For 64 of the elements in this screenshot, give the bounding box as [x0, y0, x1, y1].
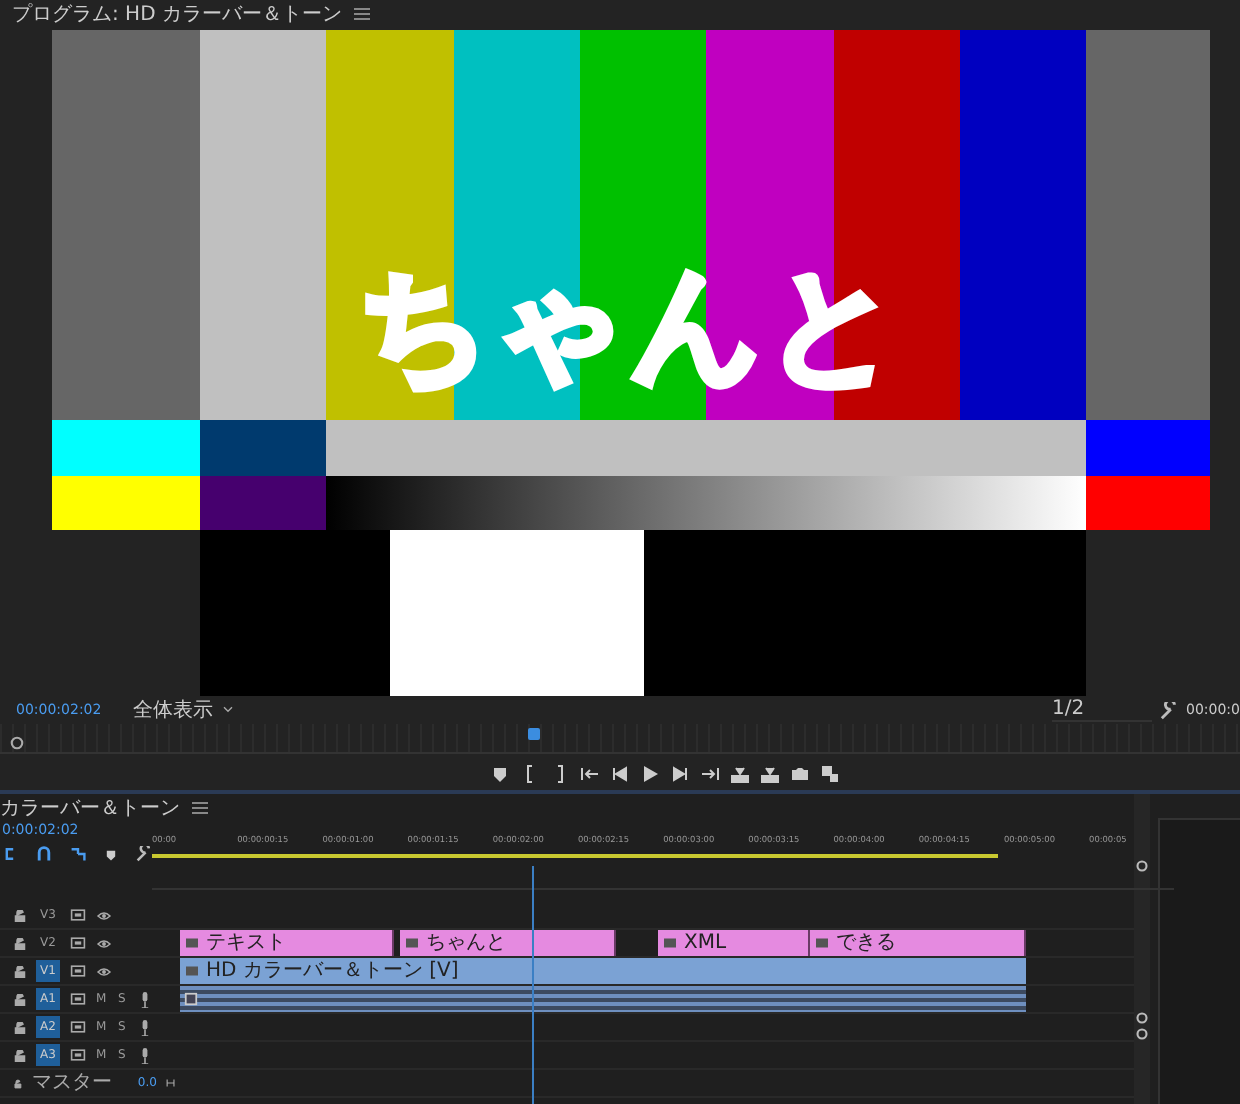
zoom-handle-icon[interactable]: [1136, 860, 1148, 872]
menu-icon[interactable]: [353, 8, 370, 20]
sync-lock-icon[interactable]: [70, 992, 86, 1006]
lock-icon[interactable]: [14, 993, 26, 1005]
caret-icon[interactable]: [221, 706, 234, 714]
marker-icon[interactable]: [489, 763, 509, 783]
insert-icon[interactable]: [729, 763, 749, 783]
snap-icon[interactable]: [36, 846, 52, 862]
graphic-clip[interactable]: できる: [810, 930, 1026, 956]
sync-lock-icon[interactable]: [70, 908, 86, 922]
panel-title[interactable]: カラーバー＆トーン: [0, 794, 180, 822]
keyframe-icon[interactable]: [184, 992, 198, 1006]
graphic-clip[interactable]: XML: [658, 930, 810, 956]
lock-icon[interactable]: [14, 909, 26, 921]
graphic-clip[interactable]: ちゃんと: [400, 930, 616, 956]
fx-icon: [186, 966, 198, 976]
lock-icon[interactable]: [14, 937, 26, 949]
fx-icon: [816, 938, 828, 948]
track-label: マスター: [31, 1073, 112, 1093]
eye-icon[interactable]: [96, 965, 112, 977]
microphone-icon[interactable]: [140, 1047, 150, 1063]
lock-icon[interactable]: [14, 1077, 22, 1089]
sync-lock-icon[interactable]: [70, 936, 86, 950]
eye-icon[interactable]: [96, 909, 112, 921]
panel-title[interactable]: プログラム: HD カラーバー＆トーン: [12, 0, 342, 28]
fx-icon: [186, 938, 198, 948]
fx-icon: [406, 938, 418, 948]
clip-label: HD カラーバー＆トーン [V]: [206, 961, 459, 981]
sync-lock-icon[interactable]: [70, 964, 86, 978]
microphone-icon[interactable]: [140, 991, 150, 1007]
video-clip[interactable]: HD カラーバー＆トーン [V]: [180, 958, 1026, 984]
graphic-clip[interactable]: テキスト: [180, 930, 394, 956]
lock-icon[interactable]: [14, 1049, 26, 1061]
clip-label: できる: [836, 933, 896, 953]
camera-icon[interactable]: [789, 763, 809, 783]
audio-clip[interactable]: [180, 986, 1026, 1012]
clip-label: ちゃんと: [426, 933, 506, 953]
lock-icon[interactable]: [14, 1021, 26, 1033]
sync-lock-icon[interactable]: [70, 1020, 86, 1034]
lock-icon[interactable]: [14, 965, 26, 977]
step-back-icon[interactable]: [609, 763, 629, 783]
compare-icon[interactable]: [819, 763, 839, 783]
expand-icon[interactable]: [166, 1076, 176, 1090]
clip-label: テキスト: [206, 933, 286, 953]
eye-icon[interactable]: [96, 937, 112, 949]
go-out-icon[interactable]: [699, 763, 719, 783]
sync-lock-icon[interactable]: [70, 1048, 86, 1062]
go-in-icon[interactable]: [579, 763, 599, 783]
overwrite-icon[interactable]: [759, 763, 779, 783]
step-forward-icon[interactable]: [669, 763, 689, 783]
nest-icon[interactable]: [2, 846, 18, 862]
marker-icon[interactable]: [104, 847, 118, 861]
menu-icon[interactable]: [192, 802, 208, 814]
zoom-dropdown[interactable]: 全体表示: [133, 696, 214, 724]
resolution-dropdown[interactable]: 1/2: [1052, 698, 1152, 722]
settings-icon[interactable]: [1160, 701, 1178, 719]
play-icon[interactable]: [639, 763, 659, 783]
fx-icon: [664, 938, 676, 948]
clip-label: XML: [684, 933, 727, 953]
settings-icon[interactable]: [136, 846, 152, 862]
playhead-handle[interactable]: [528, 728, 540, 740]
microphone-icon[interactable]: [140, 1019, 150, 1035]
linked-selection-icon[interactable]: [70, 846, 86, 862]
scrub-start-icon: [10, 736, 24, 750]
